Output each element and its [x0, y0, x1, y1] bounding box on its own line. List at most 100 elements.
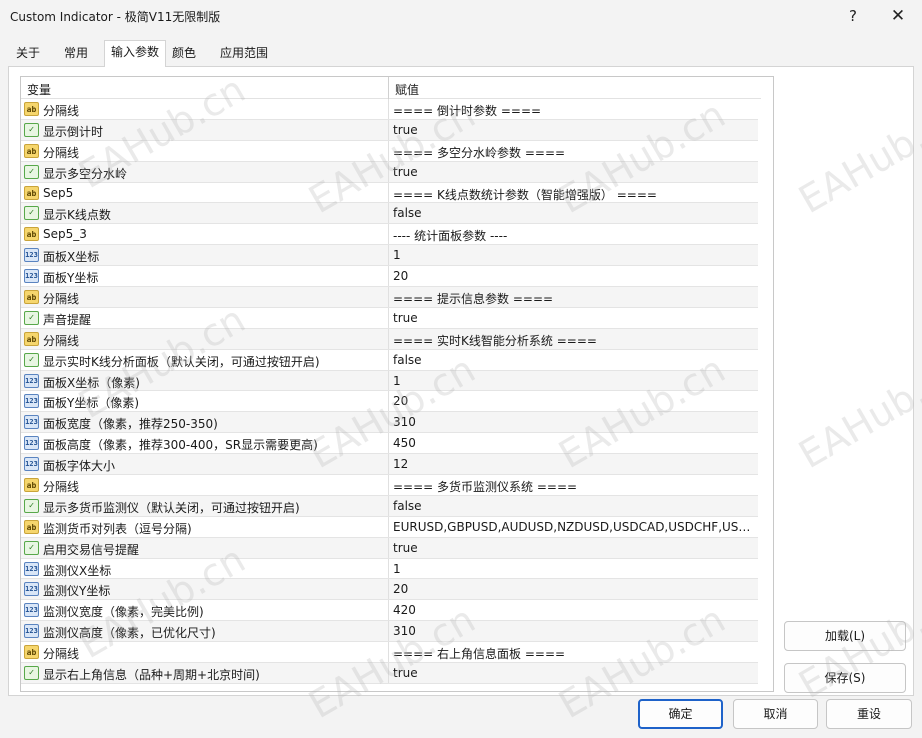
parameter-row[interactable]: ab 分隔线 ==== 实时K线智能分析系统 ==== [21, 328, 758, 350]
parameter-value[interactable]: true [393, 666, 755, 680]
parameter-row[interactable]: 123 面板字体大小 12 [21, 454, 758, 476]
parameter-value[interactable]: 20 [393, 269, 755, 283]
parameter-value[interactable]: 1 [393, 374, 755, 388]
parameter-value[interactable]: ==== 实时K线智能分析系统 ==== [393, 332, 755, 349]
column-line [388, 516, 389, 537]
parameter-row[interactable]: 123 监测仪X坐标 1 [21, 558, 758, 580]
int-type-icon: 123 [24, 624, 39, 639]
parameter-name: 面板X坐标 [43, 250, 100, 265]
parameter-value[interactable]: true [393, 311, 755, 325]
parameter-row[interactable]: 123 面板Y坐标（像素) 20 [21, 391, 758, 413]
parameter-value[interactable]: 1 [393, 248, 755, 262]
parameter-name: 分隔线 [43, 104, 80, 118]
parameter-row[interactable]: ✓ 显示右上角信息（品种+周期+北京时间) true [21, 663, 758, 684]
parameter-row[interactable]: ✓ 显示K线点数 false [21, 203, 758, 225]
help-button[interactable]: ? [838, 4, 868, 28]
load-button[interactable]: 加载(L) [784, 621, 906, 651]
parameter-row[interactable]: ab 分隔线 ==== 倒计时参数 ==== [21, 99, 758, 120]
bool-type-icon: ✓ [24, 352, 39, 367]
parameter-value[interactable]: ==== K线点数统计参数（智能增强版） ==== [393, 186, 755, 203]
reset-button[interactable]: 重设 [826, 699, 912, 729]
tab-common[interactable]: 常用 [58, 42, 94, 66]
column-header-value[interactable]: 赋值 [395, 81, 419, 98]
parameter-row[interactable]: ab 分隔线 ==== 多空分水岭参数 ==== [21, 140, 758, 162]
parameter-value[interactable]: true [393, 541, 755, 555]
parameter-row[interactable]: ab Sep5 ==== K线点数统计参数（智能增强版） ==== [21, 182, 758, 204]
int-type-icon: 123 [24, 373, 39, 388]
parameter-value[interactable]: true [393, 165, 755, 179]
parameter-name: 监测仪Y坐标 [43, 584, 111, 599]
parameter-value[interactable]: 20 [393, 394, 755, 408]
column-header-variable[interactable]: 变量 [27, 81, 51, 98]
tab-colors[interactable]: 颜色 [166, 42, 202, 66]
cancel-button[interactable]: 取消 [733, 699, 818, 729]
parameter-name: 启用交易信号提醒 [43, 542, 140, 557]
parameter-row[interactable]: ✓ 显示倒计时 true [21, 119, 758, 141]
parameter-row[interactable]: ab 分隔线 ==== 提示信息参数 ==== [21, 287, 758, 308]
column-line [388, 182, 389, 203]
parameter-value[interactable]: 1 [393, 562, 755, 576]
column-line [388, 537, 389, 558]
ok-button[interactable]: 确定 [638, 699, 723, 729]
parameter-row[interactable]: 123 面板X坐标 1 [21, 245, 758, 267]
tab-visualization[interactable]: 应用范围 [214, 42, 274, 66]
string-type-icon: ab [24, 143, 39, 158]
parameter-name: 面板Y坐标（像素) [43, 396, 140, 411]
parameter-row[interactable]: 123 监测仪宽度（像素，完美比例) 420 [21, 600, 758, 622]
save-button[interactable]: 保存(S) [784, 663, 906, 693]
parameter-value[interactable]: 450 [393, 436, 755, 450]
grid-header: 变量 赋值 [21, 77, 761, 99]
column-line [388, 600, 389, 621]
tab-inputs[interactable]: 输入参数 [104, 40, 167, 67]
int-type-icon: 123 [24, 457, 39, 472]
parameter-value[interactable]: false [393, 353, 755, 367]
column-line [388, 119, 389, 140]
tab-strip: 关于 常用 输入参数 颜色 应用范围 [8, 40, 914, 67]
parameter-value[interactable]: 20 [393, 582, 755, 596]
parameter-value[interactable]: ==== 多货币监测仪系统 ==== [393, 478, 755, 495]
column-divider[interactable] [388, 77, 389, 99]
parameter-value[interactable]: ==== 右上角信息面板 ==== [393, 645, 755, 662]
parameter-row[interactable]: ✓ 显示多空分水岭 true [21, 161, 758, 183]
parameter-row[interactable]: ab Sep5_3 ---- 统计面板参数 ---- [21, 224, 758, 246]
parameter-row[interactable]: 123 监测仪高度（像素，已优化尺寸) 310 [21, 621, 758, 643]
int-type-icon: 123 [24, 248, 39, 263]
parameter-row[interactable]: ✓ 声音提醒 true [21, 307, 758, 329]
parameter-row[interactable]: 123 面板宽度（像素，推荐250-350) 310 [21, 412, 758, 434]
parameter-value[interactable]: EURUSD,GBPUSD,AUDUSD,NZDUSD,USDCAD,USDCH… [393, 520, 755, 534]
bool-type-icon: ✓ [24, 666, 39, 681]
string-type-icon: ab [24, 519, 39, 534]
parameter-row[interactable]: ab 分隔线 ==== 右上角信息面板 ==== [21, 642, 758, 664]
parameter-row[interactable]: ✓ 显示实时K线分析面板（默认关闭，可通过按钮开启) false [21, 349, 758, 371]
parameter-name: 显示K线点数 [43, 208, 111, 223]
parameter-row[interactable]: 123 面板X坐标（像素) 1 [21, 370, 758, 392]
parameter-row[interactable]: ab 监测货币对列表（逗号分隔) EURUSD,GBPUSD,AUDUSD,NZDU… [21, 516, 758, 538]
parameter-value[interactable]: ==== 倒计时参数 ==== [393, 102, 755, 119]
parameter-name: 面板X坐标（像素) [43, 375, 140, 390]
tab-about[interactable]: 关于 [10, 42, 46, 66]
parameter-row[interactable]: 123 监测仪Y坐标 20 [21, 579, 758, 601]
parameter-row[interactable]: ab 分隔线 ==== 多货币监测仪系统 ==== [21, 475, 758, 496]
parameter-row[interactable]: ✓ 显示多货币监测仪（默认关闭，可通过按钮开启) false [21, 495, 758, 517]
column-line [388, 433, 389, 454]
parameter-row[interactable]: 123 面板高度（像素，推荐300-400，SR显示需要更高) 450 [21, 433, 758, 455]
parameter-value[interactable]: ==== 提示信息参数 ==== [393, 290, 755, 307]
parameter-name: 显示多货币监测仪（默认关闭，可通过按钮开启) [43, 500, 300, 515]
parameter-value[interactable]: false [393, 206, 755, 220]
parameter-name: 显示实时K线分析面板（默认关闭，可通过按钮开启) [43, 354, 320, 369]
parameter-value[interactable]: false [393, 499, 755, 513]
parameter-row[interactable]: ✓ 启用交易信号提醒 true [21, 537, 758, 559]
column-line [388, 224, 389, 245]
parameter-value[interactable]: ---- 统计面板参数 ---- [393, 227, 755, 244]
close-button[interactable]: ✕ [883, 4, 913, 28]
parameter-value[interactable]: 310 [393, 624, 755, 638]
parameter-value[interactable]: 12 [393, 457, 755, 471]
parameter-value[interactable]: 420 [393, 603, 755, 617]
parameter-value[interactable]: 310 [393, 415, 755, 429]
string-type-icon: ab [24, 185, 39, 200]
parameter-row[interactable]: 123 面板Y坐标 20 [21, 266, 758, 288]
column-line [388, 475, 389, 495]
parameter-name: 分隔线 [43, 333, 80, 348]
parameter-value[interactable]: ==== 多空分水岭参数 ==== [393, 144, 755, 161]
parameter-value[interactable]: true [393, 123, 755, 137]
